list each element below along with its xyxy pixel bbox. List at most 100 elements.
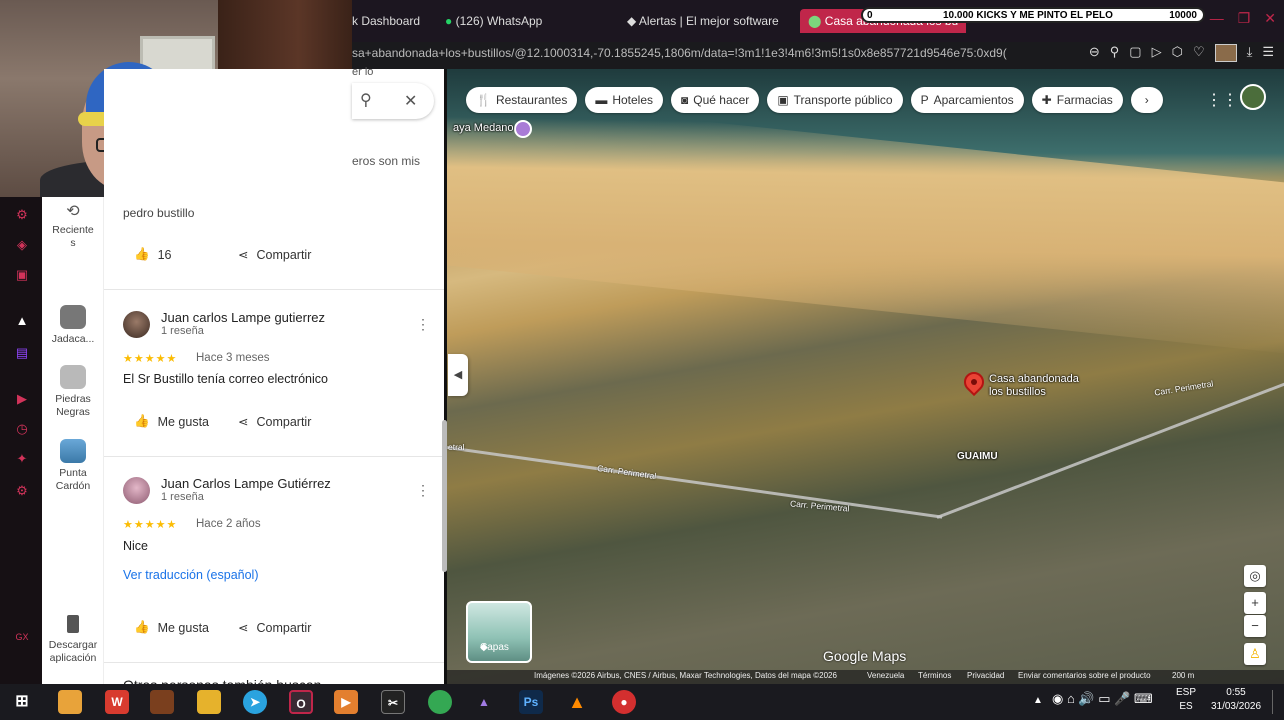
zoom-icon[interactable]: ⊖ bbox=[1089, 44, 1100, 62]
footer-link-privacy[interactable]: Privacidad bbox=[967, 671, 1004, 680]
review-text: Nice bbox=[123, 539, 149, 553]
rail-piedras-negras[interactable]: Piedras Negras bbox=[42, 365, 104, 419]
chrome-icon[interactable] bbox=[428, 690, 452, 714]
camera-icon: ◙ bbox=[681, 93, 689, 107]
maximize-icon[interactable]: ❐ bbox=[1238, 10, 1251, 27]
extensions-icon[interactable]: ✦ bbox=[14, 451, 30, 467]
chip-parking[interactable]: P Aparcamientos bbox=[910, 87, 1024, 113]
avatar[interactable] bbox=[123, 477, 150, 504]
chip-transit[interactable]: ▣ Transporte público bbox=[767, 87, 903, 113]
folder-icon[interactable] bbox=[197, 690, 221, 714]
divider bbox=[104, 456, 444, 457]
tab-dashboard[interactable]: k Dashboard bbox=[352, 9, 420, 33]
review-author[interactable]: Juan carlos Lampe gutierrez bbox=[161, 310, 325, 325]
rail-punta-cardon[interactable]: Punta Cardón bbox=[42, 439, 104, 493]
search-box-end[interactable]: ⚲ ✕ bbox=[352, 83, 434, 119]
history-icon[interactable]: ◷ bbox=[14, 421, 30, 437]
zoom-out-button[interactable]: − bbox=[1244, 615, 1266, 637]
settings-icon[interactable]: ⚙ bbox=[14, 483, 30, 499]
opera-gx-icon[interactable]: O bbox=[289, 690, 313, 714]
thumbs-up-icon: 👍 bbox=[134, 620, 150, 634]
office-icon[interactable]: W bbox=[105, 690, 129, 714]
keyboard-language[interactable]: ESP ES bbox=[1176, 686, 1196, 714]
profile-icon[interactable] bbox=[1214, 44, 1237, 62]
game-icon[interactable] bbox=[150, 690, 174, 714]
layers-text: Capas bbox=[480, 642, 509, 653]
tray-icons[interactable]: ◉ ⌂ 🔊 ▭ 🎤 ⌨ bbox=[1052, 692, 1153, 706]
heart-icon[interactable]: ♡ bbox=[1193, 44, 1205, 62]
chip-restaurants[interactable]: 🍴 Restaurantes bbox=[466, 87, 578, 113]
cpu-icon[interactable]: ◈ bbox=[14, 237, 30, 253]
menu-icon[interactable]: ☰ bbox=[1262, 44, 1274, 62]
show-desktop-button[interactable] bbox=[1272, 690, 1280, 714]
capcut-icon[interactable]: ✂ bbox=[381, 690, 405, 714]
share-button[interactable]: ⋖ Compartir bbox=[238, 414, 311, 430]
like-button[interactable]: 👍 Me gusta bbox=[134, 414, 209, 429]
snapshot-icon[interactable]: ▢ bbox=[1129, 44, 1141, 62]
scale-label[interactable]: 200 m bbox=[1172, 671, 1194, 680]
layers-button[interactable]: ◆ Capas bbox=[466, 601, 532, 663]
my-location-button[interactable]: ◎ bbox=[1244, 565, 1266, 587]
like-button[interactable]: 👍 Me gusta bbox=[134, 620, 209, 635]
footer-link-country[interactable]: Venezuela bbox=[867, 671, 904, 680]
share-button[interactable]: ⋖ Compartir bbox=[238, 620, 311, 636]
twitch-icon[interactable]: ▣ bbox=[14, 267, 30, 283]
tab-alertas[interactable]: ◆ Alertas | El mejor software bbox=[627, 9, 779, 33]
twitch-app-icon[interactable]: ▤ bbox=[14, 345, 30, 361]
review-count: 1 reseña bbox=[161, 325, 204, 337]
close-icon[interactable]: ✕ bbox=[404, 91, 417, 111]
chip-pharmacies[interactable]: ✚ Farmacias bbox=[1031, 87, 1123, 113]
search-icon[interactable]: ⚲ bbox=[360, 90, 372, 110]
rail-jadaca[interactable]: Jadaca... bbox=[42, 305, 104, 346]
rail-download-app[interactable]: Descargar aplicación bbox=[42, 615, 104, 665]
share-button[interactable]: ⋖ Compartir bbox=[238, 247, 311, 263]
tab-whatsapp[interactable]: ● (126) WhatsApp bbox=[445, 9, 542, 33]
footer-link-terms[interactable]: Términos bbox=[918, 671, 951, 680]
zoom-in-button[interactable]: + bbox=[1244, 592, 1266, 614]
satellite-map[interactable] bbox=[447, 69, 1284, 684]
chips-next-button[interactable]: › bbox=[1130, 87, 1163, 113]
review-author[interactable]: Juan Carlos Lampe Gutiérrez bbox=[161, 476, 331, 491]
download-icon[interactable]: ⤓ bbox=[1247, 44, 1253, 62]
pin-icon[interactable]: ⚲ bbox=[1110, 44, 1120, 62]
clock[interactable]: 0:55 31/03/2026 bbox=[1207, 686, 1265, 714]
account-avatar[interactable] bbox=[1240, 84, 1266, 110]
telegram-icon[interactable]: ➤ bbox=[243, 690, 267, 714]
minimize-icon[interactable]: — bbox=[1210, 10, 1224, 27]
collapse-panel-button[interactable]: ◀ bbox=[448, 354, 468, 396]
windows-start-icon[interactable]: ⊞ bbox=[10, 690, 34, 714]
partial-text: er lo bbox=[352, 66, 374, 78]
rail-recents[interactable]: ⟲ Reciente s bbox=[42, 203, 104, 250]
play-icon[interactable]: ▷ bbox=[1152, 44, 1162, 62]
camera-pin-icon[interactable] bbox=[514, 120, 532, 138]
app-icon[interactable]: ▲ bbox=[14, 313, 30, 329]
photoshop-icon[interactable]: Ps bbox=[519, 690, 543, 714]
more-options-icon[interactable]: ⋮ bbox=[416, 482, 430, 499]
close-icon[interactable]: ✕ bbox=[1264, 10, 1276, 27]
beach-label[interactable]: aya Medano bbox=[453, 122, 514, 134]
avatar[interactable] bbox=[123, 311, 150, 338]
tray-chevron-icon[interactable]: ▲ bbox=[1033, 694, 1043, 708]
app-icon[interactable]: ▲ bbox=[472, 690, 496, 714]
browser-sidebar: ⚙ ◈ ▣ ▲ ▤ ▶ ◷ ✦ ⚙ GX bbox=[0, 197, 42, 684]
chip-hotels[interactable]: ▬ Hoteles bbox=[585, 87, 664, 113]
url-field[interactable]: sa+abandonada+los+bustillos/@12.1000314,… bbox=[352, 46, 1057, 60]
chrome-canary-icon[interactable] bbox=[58, 690, 82, 714]
vlc-icon[interactable]: ▲ bbox=[565, 690, 589, 714]
more-options-icon[interactable]: ⋮ bbox=[416, 316, 430, 333]
place-label[interactable]: Casa abandonada los bustillos bbox=[989, 373, 1079, 399]
controller-icon[interactable]: ⚙ bbox=[14, 207, 30, 223]
chip-label: Restaurantes bbox=[495, 93, 568, 107]
obs-icon[interactable]: ● bbox=[612, 690, 636, 714]
translate-link[interactable]: Ver traducción (español) bbox=[123, 568, 259, 582]
history-icon: ⟲ bbox=[66, 203, 80, 220]
chip-things-to-do[interactable]: ◙ Qué hacer bbox=[671, 87, 760, 113]
media-player-icon[interactable]: ▶ bbox=[334, 690, 358, 714]
lang-code: ESP bbox=[1176, 687, 1197, 698]
pegman-button[interactable]: ♙ bbox=[1244, 643, 1266, 665]
footer-link-feedback[interactable]: Enviar comentarios sobre el producto bbox=[1018, 671, 1151, 680]
like-button[interactable]: 👍 16 bbox=[134, 247, 171, 262]
player-icon[interactable]: ▶ bbox=[14, 391, 30, 407]
minus-icon: − bbox=[1251, 618, 1259, 633]
cube-icon[interactable]: ⬡ bbox=[1172, 44, 1183, 62]
